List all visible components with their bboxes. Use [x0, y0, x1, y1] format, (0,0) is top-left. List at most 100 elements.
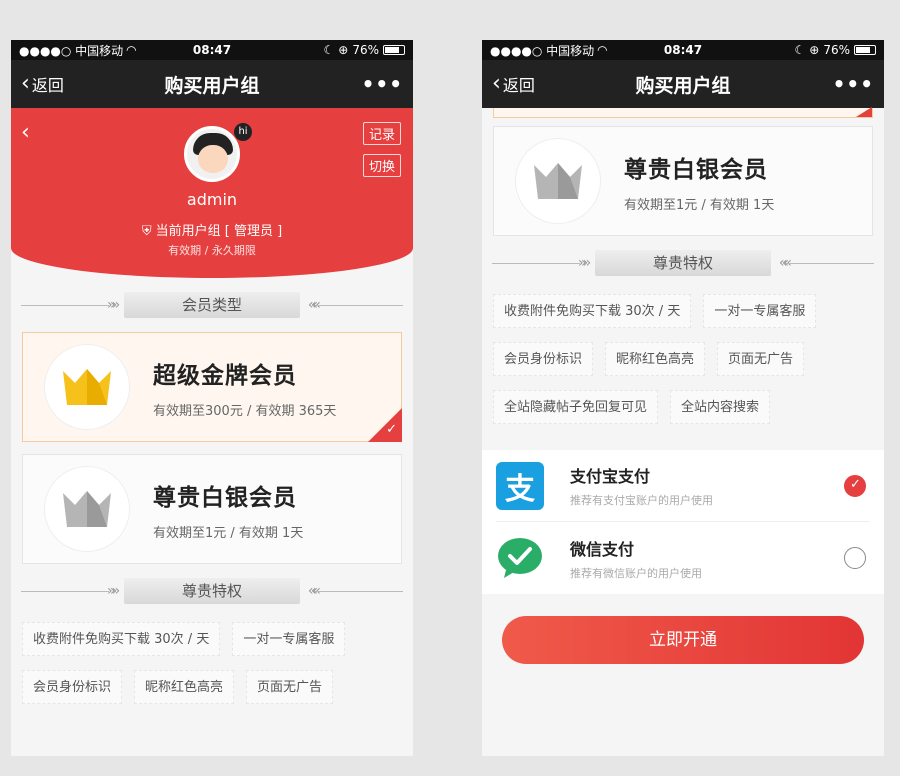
validity-label: 有效期 / 永久期限	[168, 244, 256, 257]
divider-line	[21, 305, 109, 306]
page-title: 购买用户组	[635, 74, 731, 97]
payment-panel: 支 支付宝支付 推荐有支付宝账户的用户使用 微信支付 推荐有微信账户的用户使用	[482, 450, 884, 594]
payment-text: 微信支付 推荐有微信账户的用户使用	[570, 536, 844, 581]
divider-line	[492, 263, 580, 264]
page-title: 购买用户组	[164, 74, 260, 97]
payment-title: 支付宝支付	[570, 467, 651, 486]
perk-item: 页面无广告	[246, 670, 334, 704]
switch-button[interactable]: 切换	[362, 154, 401, 177]
member-desc: 有效期至300元 / 有效期 365天	[153, 403, 337, 419]
phone-screen-left: ●●●●○ 中国移动 ◠ 08:47 ☾ ⊕ 76% ‹ 返回 购买用户组 ••• ‹ …	[11, 40, 413, 756]
section-divider-member-type: »» 会员类型 ««	[11, 278, 413, 332]
member-name: 超级金牌会员	[153, 362, 297, 389]
payment-subtitle: 推荐有支付宝账户的用户使用	[570, 494, 713, 507]
payment-option-alipay[interactable]: 支 支付宝支付 推荐有支付宝账户的用户使用	[496, 450, 870, 522]
perk-item: 全站隐藏帖子免回复可见	[493, 390, 659, 424]
member-card-silver[interactable]: 尊贵白银会员 有效期至1元 / 有效期 1天	[22, 454, 402, 564]
section-divider-privileges: »» 尊贵特权 ««	[11, 564, 413, 618]
gold-crown-icon	[63, 369, 111, 405]
more-button[interactable]: •••	[833, 72, 874, 96]
avatar-face	[198, 145, 228, 173]
wechat-icon	[496, 534, 544, 582]
member-desc: 有效期至1元 / 有效期 1天	[153, 525, 304, 541]
member-info: 超级金牌会员 有效期至300元 / 有效期 365天	[153, 356, 336, 419]
username: admin	[186, 190, 238, 209]
phone-screen-right: ●●●●○ 中国移动 ◠ 08:47 ☾ ⊕ 76% ‹ 返回 购买用户组 ••• 尊贵…	[482, 40, 884, 756]
silver-crown-icon	[63, 491, 111, 527]
member-card-silver[interactable]: 尊贵白银会员 有效期至1元 / 有效期 1天	[493, 126, 873, 236]
status-bar: ●●●●○ 中国移动 ◠ 08:47 ☾ ⊕ 76%	[482, 40, 884, 60]
payment-option-wechat[interactable]: 微信支付 推荐有微信账户的用户使用	[496, 522, 870, 594]
radio-unselected[interactable]	[844, 547, 866, 569]
current-group: ⛨ 当前用户组 [ 管理员 ]	[11, 220, 413, 239]
perk-list: 收费附件免购买下载 30次 / 天 一对一专属客服 会员身份标识 昵称红色高亮 …	[11, 618, 413, 704]
payment-subtitle: 推荐有微信账户的用户使用	[570, 566, 702, 580]
open-now-button[interactable]: 立即开通	[502, 616, 864, 664]
nav-bar: ‹ 返回 购买用户组 •••	[11, 60, 413, 108]
nav-bar: ‹ 返回 购买用户组 •••	[482, 60, 884, 108]
member-desc: 有效期至1元 / 有效期 1天	[624, 197, 775, 213]
moon-icon: ☾	[794, 43, 806, 57]
perk-item: 昵称红色高亮	[134, 670, 235, 704]
divider-line	[315, 305, 403, 306]
perk-list: 收费附件免购买下载 30次 / 天 一对一专属客服 会员身份标识 昵称红色高亮 …	[482, 290, 884, 438]
status-bar: ●●●●○ 中国移动 ◠ 08:47 ☾ ⊕ 76%	[11, 40, 413, 60]
double-chevron-right-icon: »»	[107, 583, 120, 599]
crown-badge	[516, 139, 600, 223]
alipay-icon: 支	[496, 461, 544, 510]
check-icon: ✓	[386, 422, 397, 437]
member-info: 尊贵白银会员 有效期至1元 / 有效期 1天	[624, 150, 774, 213]
battery-icon	[854, 45, 876, 55]
member-card-gold[interactable]: 超级金牌会员 有效期至300元 / 有效期 365天 ✓	[22, 332, 402, 442]
member-name: 尊贵白银会员	[153, 484, 297, 511]
profile-header: ‹ 记录 切换 hi admin ⛨ 当前用户组 [ 管理员 ] 有效期 / 永久…	[11, 108, 413, 278]
divider-line	[315, 591, 403, 592]
perk-item: 收费附件免购买下载 30次 / 天	[22, 622, 221, 656]
carrier-label: ●●●●○ 中国移动	[490, 43, 595, 58]
section-label: 尊贵特权	[124, 578, 300, 604]
divider-line	[21, 591, 109, 592]
crown-badge	[45, 467, 129, 551]
back-label: 返回	[31, 76, 64, 95]
back-button[interactable]: ‹ 返回	[492, 72, 535, 96]
divider-line	[786, 263, 874, 264]
chevron-left-icon: ‹	[492, 71, 501, 96]
record-button[interactable]: 记录	[362, 122, 401, 145]
perk-item: 昵称红色高亮	[605, 342, 706, 376]
wifi-icon: ◠	[597, 43, 608, 57]
moon-icon: ☾	[323, 43, 335, 57]
section-label: 会员类型	[124, 292, 300, 318]
battery-icon	[383, 45, 405, 55]
header-back-icon[interactable]: ‹	[21, 120, 30, 145]
battery-percent: 76%	[352, 43, 379, 57]
perk-item: 页面无广告	[717, 342, 805, 376]
radio-selected[interactable]	[844, 474, 866, 497]
crown-badge	[45, 345, 129, 429]
section-label: 尊贵特权	[595, 250, 771, 276]
perk-item: 会员身份标识	[493, 342, 594, 376]
perk-item: 一对一专属客服	[703, 294, 817, 328]
payment-text: 支付宝支付 推荐有支付宝账户的用户使用	[570, 463, 844, 508]
avatar[interactable]	[184, 126, 240, 182]
payment-title: 微信支付	[570, 539, 635, 559]
wifi-icon: ◠	[126, 43, 137, 57]
double-chevron-right-icon: »»	[107, 297, 120, 313]
back-label: 返回	[502, 76, 535, 95]
battery-percent: 76%	[823, 43, 850, 57]
silver-crown-icon	[534, 163, 582, 199]
double-chevron-right-icon: »»	[578, 255, 591, 271]
perk-item: 一对一专属客服	[232, 622, 346, 656]
more-button[interactable]: •••	[362, 72, 403, 96]
lock-rotation-icon: ⊕	[338, 43, 349, 57]
shield-icon: ⛨	[141, 224, 152, 239]
section-divider-privileges: »» 尊贵特权 ««	[482, 236, 884, 290]
gold-card-edge	[493, 107, 873, 118]
lock-rotation-icon: ⊕	[809, 43, 820, 57]
current-group-label: 当前用户组 [ 管理员 ]	[155, 224, 283, 239]
carrier-label: ●●●●○ 中国移动	[19, 43, 124, 58]
hi-badge: hi	[234, 123, 252, 141]
back-button[interactable]: ‹ 返回	[21, 72, 64, 96]
perk-item: 收费附件免购买下载 30次 / 天	[493, 294, 692, 328]
perk-item: 全站内容搜索	[670, 390, 771, 424]
member-info: 尊贵白银会员 有效期至1元 / 有效期 1天	[153, 478, 303, 541]
